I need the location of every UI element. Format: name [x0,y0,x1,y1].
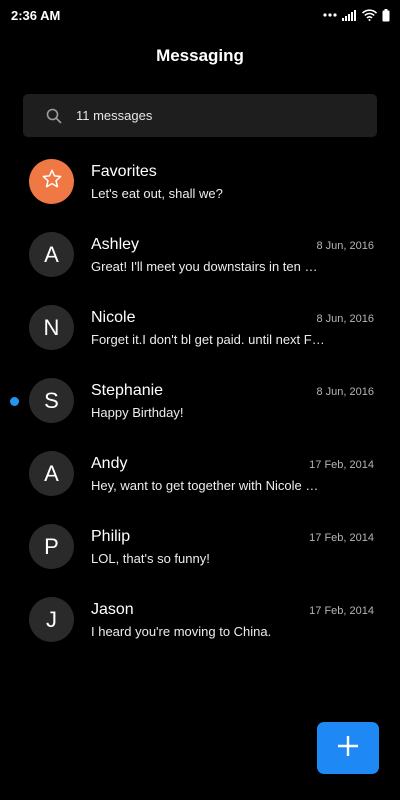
conversation-date: 17 Feb, 2014 [309,531,374,544]
conversation-text: Stephanie 8 Jun, 2016 Happy Birthday! [91,382,374,420]
conversation-text: Ashley 8 Jun, 2016 Great! I'll meet you … [91,236,374,274]
conversation-text: Andy 17 Feb, 2014 Hey, want to get toget… [91,455,374,493]
more-dots-icon [323,13,337,17]
search-input[interactable] [76,108,336,123]
status-bar: 2:36 AM [0,0,400,30]
plus-icon [336,734,360,763]
page-title: Messaging [156,46,244,65]
status-icons [323,8,390,22]
messaging-screen: 2:36 AM Messaging 11 messages Favorites … [0,0,400,800]
conversation-text: Jason 17 Feb, 2014 I heard you're moving… [91,601,374,639]
conversation-preview: Let's eat out, shall we? [91,185,223,201]
conversation-preview: Hey, want to get together with Nicole … [91,477,319,493]
conversation-header: Nicole 8 Jun, 2016 [91,309,374,327]
conversation-header: Favorites [91,163,374,181]
conversation-preview: Happy Birthday! [91,404,184,420]
conversation-name: Philip [91,527,131,545]
avatar: A [29,451,74,496]
conversation-header: Philip 17 Feb, 2014 [91,528,374,546]
conversation-item-nicole[interactable]: N Nicole 8 Jun, 2016 Forget it.I don't b… [0,291,400,364]
conversation-date: 8 Jun, 2016 [316,239,375,252]
battery-icon [382,8,390,22]
avatar: N [29,305,74,350]
conversation-item-philip[interactable]: P Philip 17 Feb, 2014 LOL, that's so fun… [0,510,400,583]
new-message-button[interactable] [317,722,379,774]
conversation-header: Jason 17 Feb, 2014 [91,601,374,619]
conversation-name: Ashley [91,235,140,253]
conversation-name: Favorites [91,162,157,180]
conversation-name: Jason [91,600,134,618]
conversation-preview: Forget it.I don't bl get paid. until nex… [91,331,325,347]
conversation-date: 8 Jun, 2016 [316,312,375,325]
conversation-name: Nicole [91,308,136,326]
conversation-header: Andy 17 Feb, 2014 [91,455,374,473]
search-bar[interactable] [23,94,377,137]
conversation-preview: Great! I'll meet you downstairs in ten … [91,258,318,274]
conversation-date: 17 Feb, 2014 [309,604,374,617]
conversation-text: Nicole 8 Jun, 2016 Forget it.I don't bl … [91,309,374,347]
conversation-list: Favorites Let's eat out, shall we? A Ash… [0,145,400,656]
conversation-header: Stephanie 8 Jun, 2016 [91,382,374,400]
avatar: S [29,378,74,423]
conversation-text: Favorites Let's eat out, shall we? [91,163,374,201]
conversation-item-andy[interactable]: A Andy 17 Feb, 2014 Hey, want to get tog… [0,437,400,510]
signal-icon [342,9,357,21]
conversation-item-favorites[interactable]: Favorites Let's eat out, shall we? [0,145,400,218]
avatar: J [29,597,74,642]
unread-indicator [10,396,19,406]
star-icon [41,168,63,196]
conversation-text: Philip 17 Feb, 2014 LOL, that's so funny… [91,528,374,566]
conversation-item-jason[interactable]: J Jason 17 Feb, 2014 I heard you're movi… [0,583,400,656]
conversation-preview: I heard you're moving to China. [91,623,272,639]
conversation-header: Ashley 8 Jun, 2016 [91,236,374,254]
conversation-date: 17 Feb, 2014 [309,458,374,471]
avatar [29,159,74,204]
conversation-preview: LOL, that's so funny! [91,550,210,566]
conversation-item-stephanie[interactable]: S Stephanie 8 Jun, 2016 Happy Birthday! [0,364,400,437]
wifi-icon [362,9,377,21]
conversation-date: 8 Jun, 2016 [316,385,375,398]
conversation-name: Andy [91,454,128,472]
status-time: 2:36 AM [11,7,61,23]
avatar: A [29,232,74,277]
search-icon [45,107,63,125]
conversation-name: Stephanie [91,381,164,399]
avatar: P [29,524,74,569]
conversation-item-ashley[interactable]: A Ashley 8 Jun, 2016 Great! I'll meet yo… [0,218,400,291]
